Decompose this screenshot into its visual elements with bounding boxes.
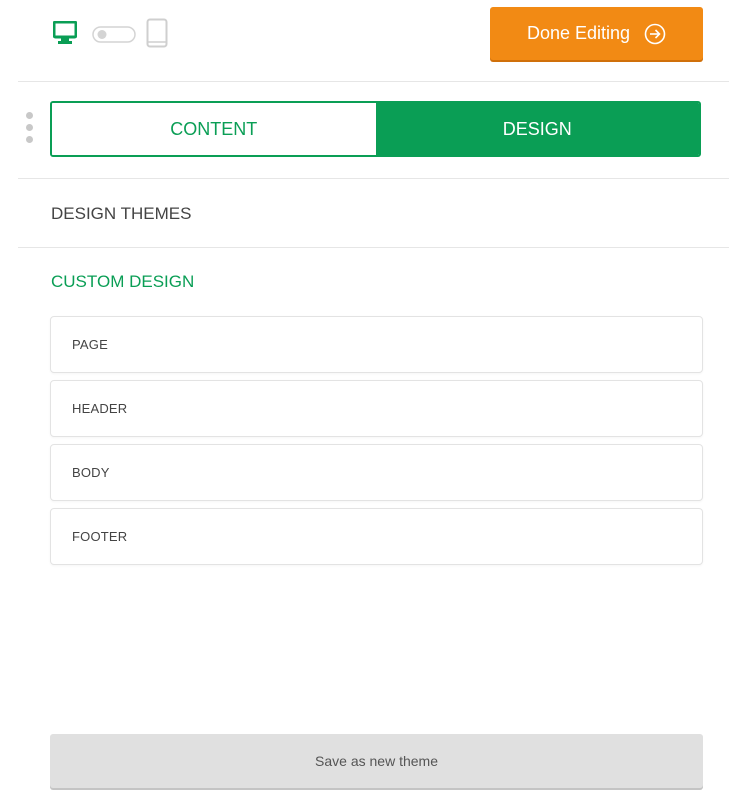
tabs-divider	[18, 178, 729, 179]
done-editing-label: Done Editing	[526, 23, 631, 43]
drag-handle[interactable]	[24, 112, 34, 148]
custom-design-heading: CUSTOM DESIGN	[51, 272, 195, 291]
editor-tabs: CONTENT DESIGN	[50, 101, 701, 157]
drag-dot-icon	[26, 112, 33, 119]
mobile-icon[interactable]	[146, 18, 168, 48]
arrow-circle-right-icon	[644, 23, 666, 44]
toolbar-divider	[18, 81, 729, 82]
design-item-footer[interactable]: FOOTER	[50, 508, 703, 565]
drag-dot-icon	[26, 124, 33, 131]
design-item-body[interactable]: BODY	[50, 444, 703, 501]
themes-divider	[18, 247, 729, 248]
drag-dot-icon	[26, 136, 33, 143]
tab-content[interactable]: CONTENT	[52, 103, 376, 155]
tab-design[interactable]: DESIGN	[375, 103, 699, 155]
design-item-header[interactable]: HEADER	[50, 380, 703, 437]
design-item-page[interactable]: PAGE	[50, 316, 703, 373]
desktop-icon[interactable]	[53, 21, 77, 45]
save-as-new-theme-button[interactable]: Save as new theme	[50, 734, 703, 788]
design-themes-heading[interactable]: DESIGN THEMES	[51, 204, 191, 224]
done-editing-button[interactable]: Done Editing	[490, 7, 703, 60]
toggle-icon[interactable]	[92, 26, 136, 43]
